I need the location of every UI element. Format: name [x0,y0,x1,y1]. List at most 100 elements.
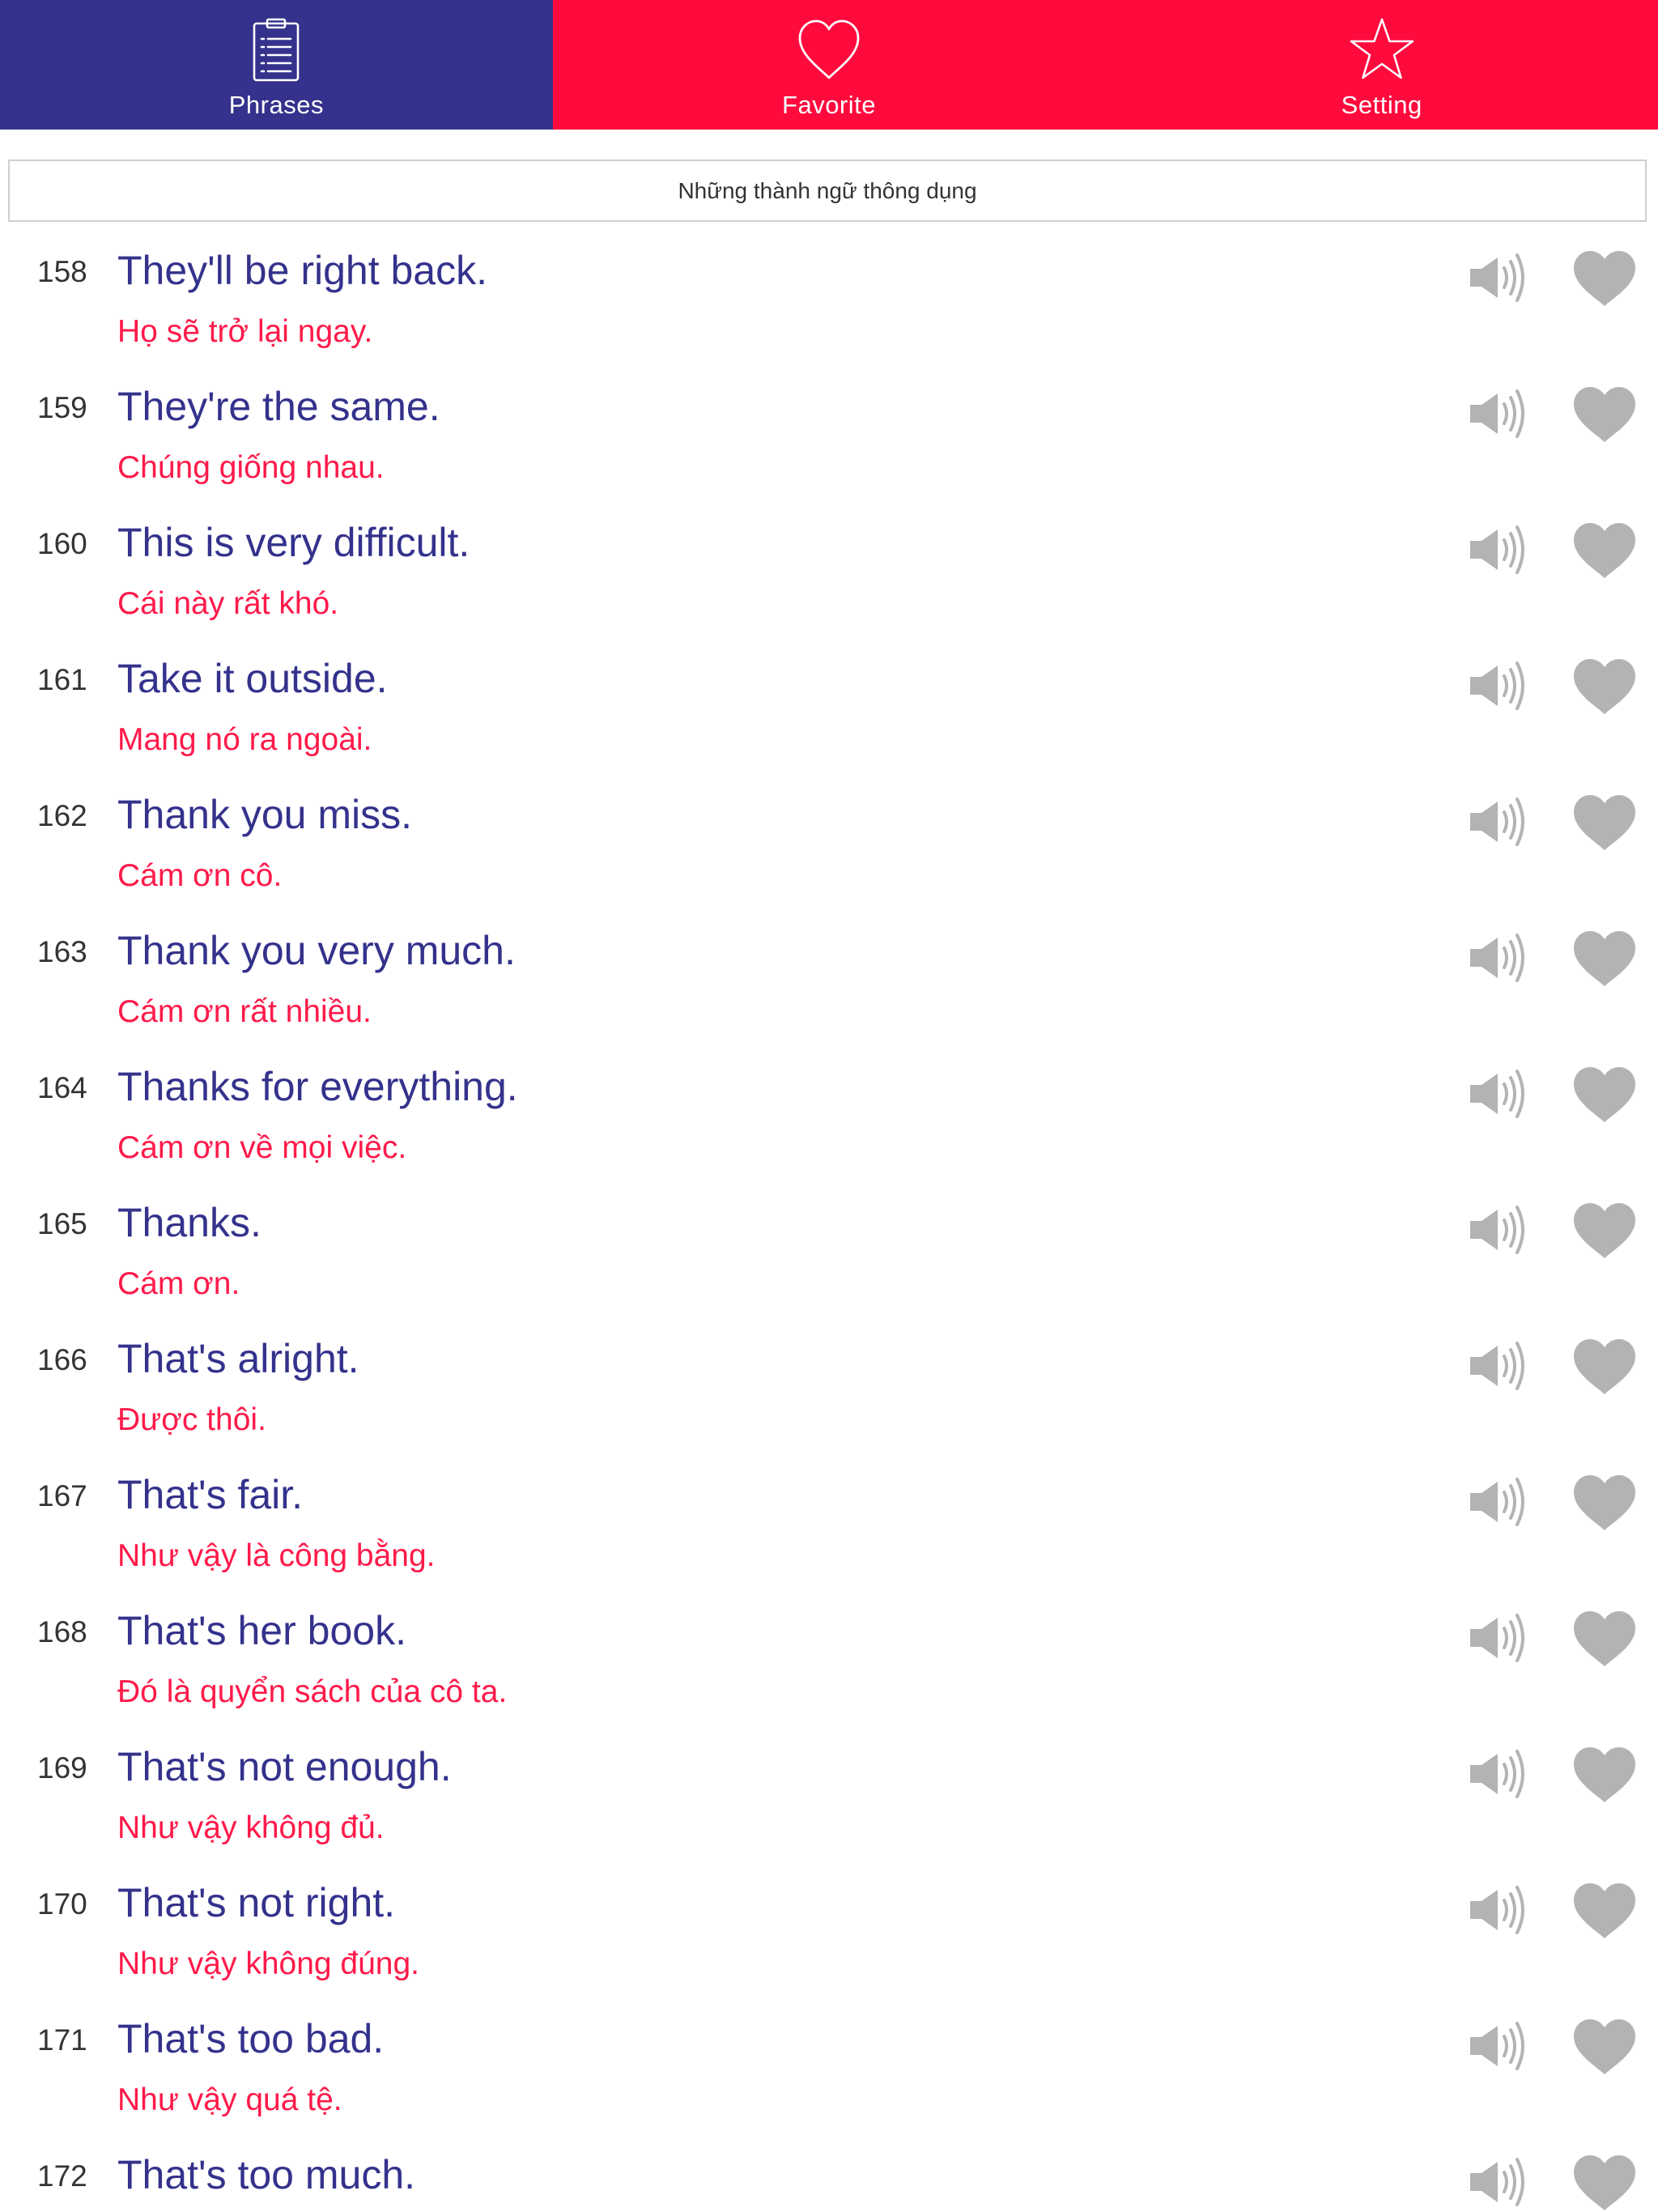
heart-icon [1574,251,1635,306]
phrase-english: Thanks for everything. [117,1064,518,1109]
phrase-number: 159 [37,391,87,424]
phrase-english: This is very difficult. [117,520,470,565]
speaker-button[interactable] [1467,657,1532,714]
phrase-vietnamese: Đó là quyển sách của cô ta. [117,1674,508,1709]
phrase-row[interactable]: 166 That's alright. Được thôi. [0,1323,1658,1459]
phrase-list[interactable]: 158 They'll be right back. Họ sẽ trở lại… [0,235,1658,2212]
tab-setting-label: Setting [1341,91,1422,119]
phrase-row[interactable]: 167 That's fair. Như vậy là công bằng. [0,1459,1658,1595]
speaker-button[interactable] [1467,1746,1532,1802]
speaker-button[interactable] [1467,1202,1532,1258]
favorite-button[interactable] [1572,1338,1637,1397]
phrase-vietnamese: Như vậy không đủ. [117,1810,385,1845]
favorite-button[interactable] [1572,793,1637,853]
favorite-button[interactable] [1572,521,1637,581]
favorite-button[interactable] [1572,2018,1637,2078]
heart-icon [1574,1475,1635,1530]
clipboard-list-icon [242,16,310,84]
speaker-icon [1470,1750,1524,1798]
phrase-number: 167 [37,1479,87,1512]
phrase-vietnamese: Như vậy quá tệ. [117,2082,342,2117]
phrase-row[interactable]: 160 This is very difficult. Cái này rất … [0,507,1658,643]
speaker-button[interactable] [1467,521,1532,578]
phrase-english: Thank you miss. [117,792,413,837]
heart-icon [1574,1067,1635,1122]
speaker-button[interactable] [1467,2154,1532,2210]
phrase-number: 161 [37,663,87,696]
phrase-vietnamese: Cái này rất khó. [117,586,339,621]
phrase-row[interactable]: 170 That's not right. Như vậy không đúng… [0,1867,1658,2003]
phrase-vietnamese: Chúng giống nhau. [117,450,385,485]
speaker-button[interactable] [1467,1066,1532,1122]
favorite-button[interactable] [1572,1746,1637,1806]
phrase-row[interactable]: 164 Thanks for everything. Cám ơn về mọi… [0,1051,1658,1187]
section-header: Những thành ngữ thông dụng [8,160,1647,222]
speaker-button[interactable] [1467,1338,1532,1394]
speaker-icon [1470,1070,1524,1118]
heart-icon [1574,1203,1635,1258]
heart-icon [1574,1339,1635,1394]
phrase-english: They're the same. [117,384,440,429]
phrase-english: That's her book. [117,1608,406,1653]
favorite-button[interactable] [1572,1610,1637,1670]
phrase-row[interactable]: 159 They're the same. Chúng giống nhau. [0,371,1658,507]
favorite-button[interactable] [1572,929,1637,989]
speaker-icon [1470,389,1524,438]
phrase-row[interactable]: 172 That's too much. [0,2139,1658,2212]
favorite-button[interactable] [1572,1474,1637,1534]
favorite-button[interactable] [1572,657,1637,717]
phrase-number: 163 [37,935,87,968]
favorite-button[interactable] [1572,249,1637,309]
speaker-button[interactable] [1467,1610,1532,1666]
favorite-button[interactable] [1572,1882,1637,1942]
phrase-vietnamese: Cám ơn. [117,1266,240,1301]
phrase-row[interactable]: 168 That's her book. Đó là quyển sách củ… [0,1595,1658,1731]
speaker-button[interactable] [1467,929,1532,986]
phrase-vietnamese: Cám ơn về mọi việc. [117,1130,407,1165]
speaker-button[interactable] [1467,1882,1532,1938]
phrase-row[interactable]: 169 That's not enough. Như vậy không đủ. [0,1731,1658,1867]
phrase-english: That's fair. [117,1472,304,1517]
heart-icon [1574,523,1635,578]
phrase-row[interactable]: 171 That's too bad. Như vậy quá tệ. [0,2003,1658,2139]
phrase-number: 165 [37,1207,87,1240]
speaker-button[interactable] [1467,385,1532,442]
phrase-row[interactable]: 165 Thanks. Cám ơn. [0,1187,1658,1323]
phrase-row[interactable]: 161 Take it outside. Mang nó ra ngoài. [0,643,1658,779]
speaker-button[interactable] [1467,249,1532,306]
phrase-number: 170 [37,1887,87,1921]
speaker-icon [1470,1886,1524,1934]
phrase-number: 166 [37,1343,87,1376]
phrase-row[interactable]: 158 They'll be right back. Họ sẽ trở lại… [0,235,1658,371]
speaker-button[interactable] [1467,793,1532,850]
speaker-icon [1470,2022,1524,2070]
phrase-english: That's too bad. [117,2016,385,2061]
phrase-row[interactable]: 163 Thank you very much. Cám ơn rất nhiề… [0,915,1658,1051]
phrase-row[interactable]: 162 Thank you miss. Cám ơn cô. [0,779,1658,915]
phrase-english: Thanks. [117,1200,261,1245]
favorite-button[interactable] [1572,1066,1637,1125]
phrase-vietnamese: Cám ơn cô. [117,858,283,893]
speaker-icon [1470,798,1524,846]
phrase-vietnamese: Cám ơn rất nhiều. [117,994,372,1029]
tab-favorite[interactable]: Favorite [553,0,1106,130]
tab-phrases-label: Phrases [228,91,324,119]
tab-setting[interactable]: Setting [1105,0,1658,130]
favorite-button[interactable] [1572,2154,1637,2212]
speaker-button[interactable] [1467,2018,1532,2074]
speaker-icon [1470,2158,1524,2206]
favorite-button[interactable] [1572,385,1637,445]
heart-icon [1574,659,1635,714]
heart-icon [1574,2019,1635,2074]
phrase-vietnamese: Họ sẽ trở lại ngay. [117,314,373,349]
speaker-button[interactable] [1467,1474,1532,1530]
favorite-button[interactable] [1572,1202,1637,1261]
tab-bar: Phrases Favorite Setting [0,0,1658,130]
heart-icon [1574,387,1635,442]
speaker-icon [1470,661,1524,710]
speaker-icon [1470,934,1524,982]
phrase-number: 158 [37,255,87,288]
phrase-number: 168 [37,1615,87,1648]
tab-phrases[interactable]: Phrases [0,0,553,130]
phrase-english: That's not right. [117,1880,396,1925]
